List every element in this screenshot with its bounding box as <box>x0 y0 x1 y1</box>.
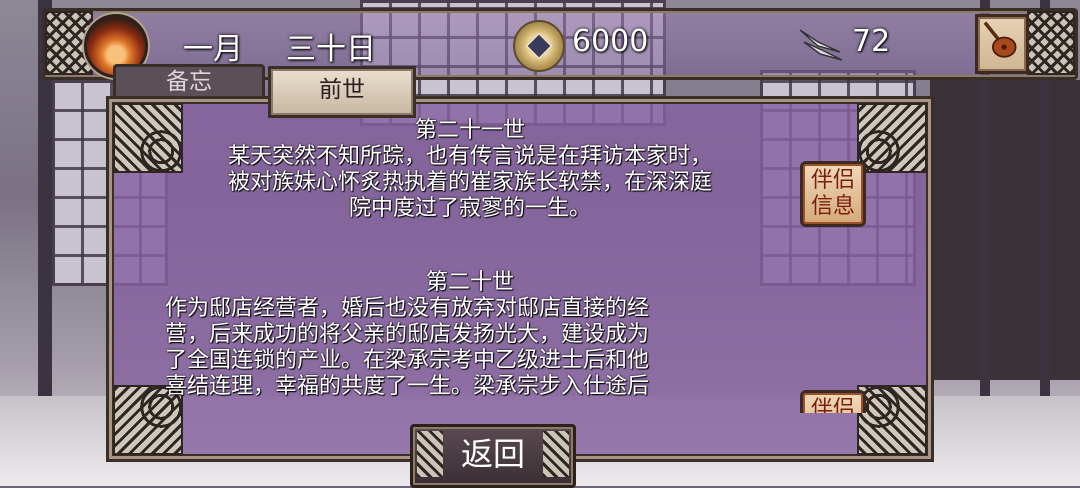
button-ornament <box>543 431 569 477</box>
life-description-line: 作为邸店经营者，婚后也没有放弃对邸店直接的经 <box>165 296 650 321</box>
tab-memo[interactable]: 备忘 <box>113 64 265 99</box>
coin-icon <box>513 20 565 72</box>
list-item: 第二十一世 某天突然不知所踪，也有传言说是在拜访本家时， 被对族妹心怀炙热执着的… <box>165 118 775 222</box>
life-description-line: 营，后来成功的将父亲的邸店发扬光大，建设成为 <box>165 322 650 347</box>
life-description-line: 院中度过了寂寥的一生。 <box>348 196 591 221</box>
back-button[interactable]: 返回 <box>410 424 576 488</box>
back-button-label: 返回 <box>460 435 525 473</box>
partner-info-button[interactable]: 伴侣信息 <box>800 390 866 413</box>
fish-count: 72 <box>852 24 891 59</box>
panel-corner-ornament <box>857 103 927 173</box>
past-lives-list[interactable]: 第二十一世 某天突然不知所踪，也有传言说是在拜访本家时， 被对族妹心怀炙热执着的… <box>165 118 775 413</box>
life-title: 第二十世 <box>425 270 514 295</box>
list-item: 第二十世 作为邸店经营者，婚后也没有放弃对邸店直接的经 营，后来成功的将父亲的邸… <box>165 270 775 400</box>
fish-icon <box>799 29 843 61</box>
day-label: 三十日 <box>286 32 376 67</box>
life-description-line: 某天突然不知所踪，也有传言说是在拜访本家时， <box>227 144 712 169</box>
life-description-line: 喜结连理，幸福的共度了一生。梁承宗步入仕途后 <box>165 374 650 399</box>
button-ornament <box>417 431 443 477</box>
month-label: 一月 <box>183 32 243 67</box>
lute-button[interactable] <box>975 14 1029 74</box>
coin-count: 6000 <box>572 24 649 59</box>
tab-past-lives[interactable]: 前世 <box>268 66 416 118</box>
life-description-line: 被对族妹心怀炙热执着的崔家族长软禁，在深深庭 <box>227 170 712 195</box>
hud-corner-right <box>1027 11 1075 75</box>
partner-button-clip: 伴侣信息 <box>797 390 873 413</box>
lute-icon <box>983 21 1017 58</box>
partner-info-button[interactable]: 伴侣信息 <box>800 161 866 227</box>
life-title: 第二十一世 <box>414 118 525 143</box>
life-description-line: 了全国连锁的产业。在梁承宗考中乙级进士后和他 <box>165 348 650 373</box>
